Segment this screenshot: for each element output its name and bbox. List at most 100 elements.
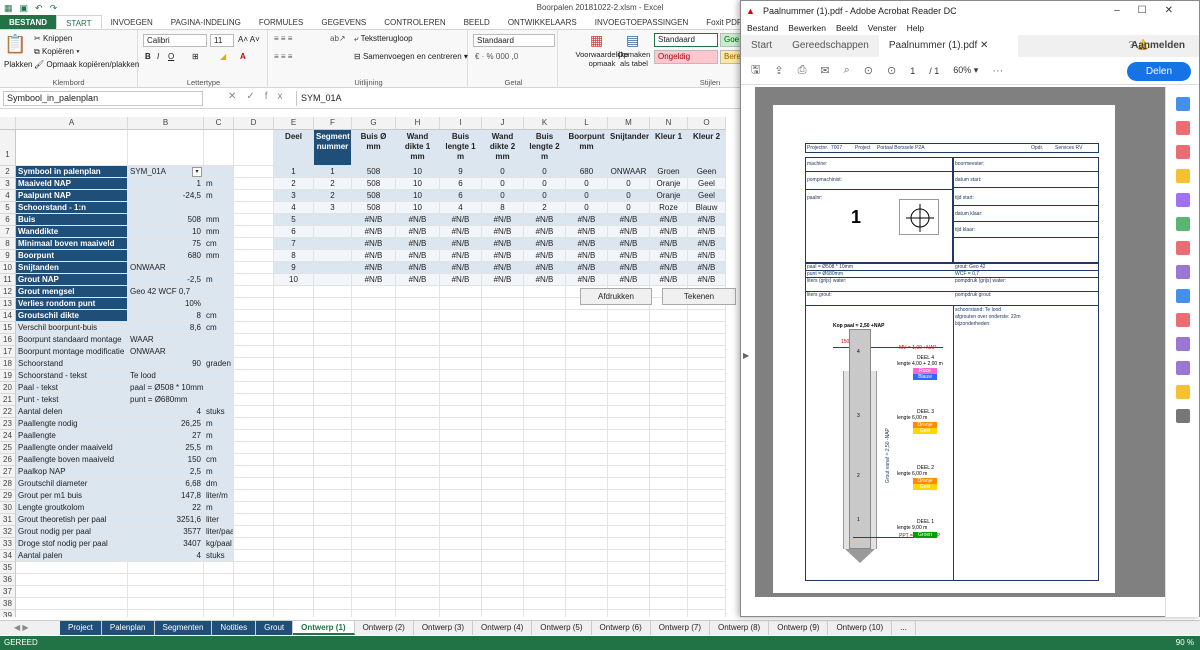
grid-cell[interactable] (650, 490, 688, 502)
dropdown-arrow-icon[interactable]: ▾ (192, 167, 202, 177)
table-cell[interactable]: #N/B (688, 250, 726, 262)
grid-cell[interactable] (440, 526, 482, 538)
style-good[interactable]: Goe (720, 33, 742, 47)
grid-cell[interactable] (608, 370, 650, 382)
grid-cell[interactable] (274, 442, 314, 454)
grid-cell[interactable] (440, 478, 482, 490)
grid-cell[interactable] (396, 598, 440, 610)
grid-cell[interactable] (650, 394, 688, 406)
grid-cell[interactable] (650, 370, 688, 382)
table-cell[interactable]: #N/B (650, 238, 688, 250)
grid-cell[interactable] (234, 262, 274, 274)
sheet-tab[interactable]: Ontwerp (2) (355, 621, 414, 635)
grid-cell[interactable] (482, 418, 524, 430)
grid-cell[interactable] (128, 610, 204, 617)
grid-cell[interactable] (524, 550, 566, 562)
save-icon[interactable]: 🖫 (751, 61, 760, 80)
table-cell[interactable]: #N/B (440, 238, 482, 250)
grid-cell[interactable] (566, 586, 608, 598)
table-cell[interactable]: #N/B (688, 238, 726, 250)
tab-invoegtoepassingen[interactable]: INVOEGTOEPASSINGEN (586, 15, 698, 29)
row-header[interactable]: 27 (0, 466, 16, 478)
merge-center-button[interactable]: ⊟ Samenvoegen en centreren ▾ (354, 52, 468, 61)
grid-cell[interactable] (234, 394, 274, 406)
number-format-select[interactable]: Standaard (473, 34, 555, 47)
grid-cell[interactable] (352, 394, 396, 406)
table-cell[interactable]: #N/B (650, 274, 688, 286)
grid-cell[interactable] (482, 550, 524, 562)
grid-cell[interactable] (650, 322, 688, 334)
grid-cell[interactable] (688, 598, 726, 610)
column-header[interactable]: L (566, 117, 608, 130)
row-header[interactable]: 14 (0, 310, 16, 322)
parameter-value[interactable]: 3407 (128, 538, 204, 550)
format-as-table-button[interactable]: Opmaken als tabel (617, 50, 651, 68)
grid-cell[interactable] (566, 310, 608, 322)
tab-bestand[interactable]: BESTAND (0, 15, 57, 29)
sheet-tab[interactable]: Palenplan (101, 621, 155, 635)
table-cell[interactable]: #N/B (352, 238, 396, 250)
table-cell[interactable]: #N/B (688, 274, 726, 286)
parameter-value[interactable]: 10 (128, 226, 204, 238)
row-header[interactable]: 18 (0, 358, 16, 370)
grid-cell[interactable] (482, 514, 524, 526)
grid-cell[interactable] (482, 466, 524, 478)
grid-cell[interactable] (352, 382, 396, 394)
grid-cell[interactable] (314, 550, 352, 562)
grid-cell[interactable] (234, 130, 274, 166)
row-header[interactable]: 10 (0, 262, 16, 274)
table-cell[interactable]: Blauw (688, 202, 726, 214)
parameter-value[interactable]: ONWAAR (128, 262, 204, 274)
grid-cell[interactable] (352, 430, 396, 442)
grid-cell[interactable] (566, 478, 608, 490)
grid-cell[interactable] (650, 466, 688, 478)
grid-cell[interactable] (314, 574, 352, 586)
grid-cell[interactable] (352, 334, 396, 346)
grid-cell[interactable] (274, 502, 314, 514)
menu-beeld[interactable]: Beeld (836, 21, 858, 35)
tab-gegevens[interactable]: GEGEVENS (312, 15, 375, 29)
grid-cell[interactable] (274, 430, 314, 442)
table-cell[interactable]: #N/B (352, 226, 396, 238)
grid-cell[interactable] (396, 550, 440, 562)
grid-cell[interactable] (204, 598, 234, 610)
table-cell[interactable]: 5 (274, 214, 314, 226)
grid-cell[interactable] (524, 454, 566, 466)
grid-cell[interactable] (524, 526, 566, 538)
grid-cell[interactable] (274, 370, 314, 382)
grid-cell[interactable] (314, 322, 352, 334)
grid-cell[interactable] (650, 406, 688, 418)
grid-cell[interactable] (234, 562, 274, 574)
grid-cell[interactable] (234, 214, 274, 226)
parameter-value[interactable]: ONWAAR (128, 346, 204, 358)
grid-cell[interactable] (608, 406, 650, 418)
parameter-value[interactable]: 4 (128, 406, 204, 418)
grid-cell[interactable] (566, 598, 608, 610)
menu-bestand[interactable]: Bestand (747, 21, 778, 35)
parameter-value[interactable]: 90 (128, 358, 204, 370)
sheet-tab[interactable]: Ontwerp (7) (651, 621, 710, 635)
align-left-icon[interactable]: ≡ ≡ ≡ (274, 52, 292, 61)
grid-cell[interactable] (396, 430, 440, 442)
parameter-value[interactable]: 8 (128, 310, 204, 322)
grid-cell[interactable] (314, 418, 352, 430)
grid-cell[interactable] (16, 610, 128, 617)
grid-cell[interactable] (524, 430, 566, 442)
row-header[interactable]: 11 (0, 274, 16, 286)
grid-cell[interactable] (650, 310, 688, 322)
table-cell[interactable]: 7 (274, 238, 314, 250)
grid-cell[interactable] (204, 562, 234, 574)
grid-cell[interactable] (396, 382, 440, 394)
table-cell[interactable]: 508 (352, 190, 396, 202)
grid-cell[interactable] (440, 286, 482, 298)
grid-cell[interactable] (608, 610, 650, 617)
row-header[interactable]: 32 (0, 526, 16, 538)
grid-cell[interactable] (608, 418, 650, 430)
grid-cell[interactable] (688, 358, 726, 370)
row-header[interactable]: 25 (0, 442, 16, 454)
tab-controleren[interactable]: CONTROLEREN (375, 15, 454, 29)
grid-cell[interactable] (204, 586, 234, 598)
grid-cell[interactable] (566, 382, 608, 394)
grid-cell[interactable] (440, 442, 482, 454)
undo-icon[interactable]: ↶ (35, 1, 43, 16)
